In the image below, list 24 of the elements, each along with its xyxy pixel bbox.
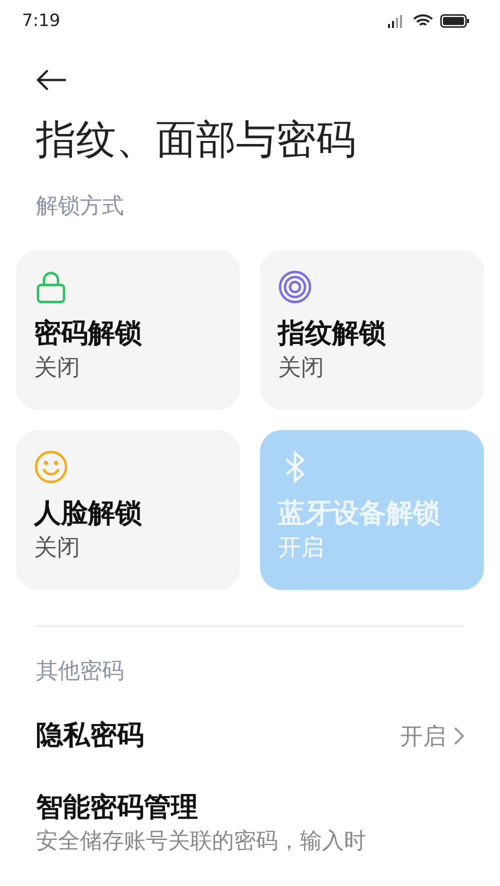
- card-title: 指纹解锁: [278, 317, 387, 351]
- back-arrow-icon: [36, 70, 66, 90]
- page-title: 指纹、面部与密码: [36, 116, 357, 165]
- card-status: 关闭: [34, 354, 81, 383]
- card-status: 关闭: [278, 354, 325, 383]
- setting-description: 安全储存账号关联的密码，输入时: [36, 828, 366, 856]
- lock-icon: [34, 270, 68, 304]
- setting-value: 开启: [400, 722, 446, 752]
- card-title: 密码解锁: [34, 317, 143, 351]
- unlock-card[interactable]: 密码解锁 关闭: [16, 250, 240, 410]
- status-time: 7:19: [22, 11, 60, 31]
- card-title: 蓝牙设备解锁: [278, 497, 441, 531]
- card-status: 开启: [278, 534, 325, 563]
- smiley-icon: [34, 450, 68, 484]
- card-status: 关闭: [34, 534, 81, 563]
- unlock-card[interactable]: 指纹解锁 关闭: [260, 250, 484, 410]
- unlock-card[interactable]: 人脸解锁 关闭: [16, 430, 240, 590]
- card-title: 人脸解锁: [34, 497, 143, 531]
- chevron-right-icon: [454, 727, 464, 745]
- setting-title[interactable]: 智能密码管理: [36, 789, 366, 827]
- battery-icon: [440, 14, 470, 28]
- setting-title[interactable]: 隐私密码: [36, 717, 144, 755]
- section-label: 其他密码: [35, 658, 125, 686]
- section-label: 解锁方式: [35, 193, 125, 221]
